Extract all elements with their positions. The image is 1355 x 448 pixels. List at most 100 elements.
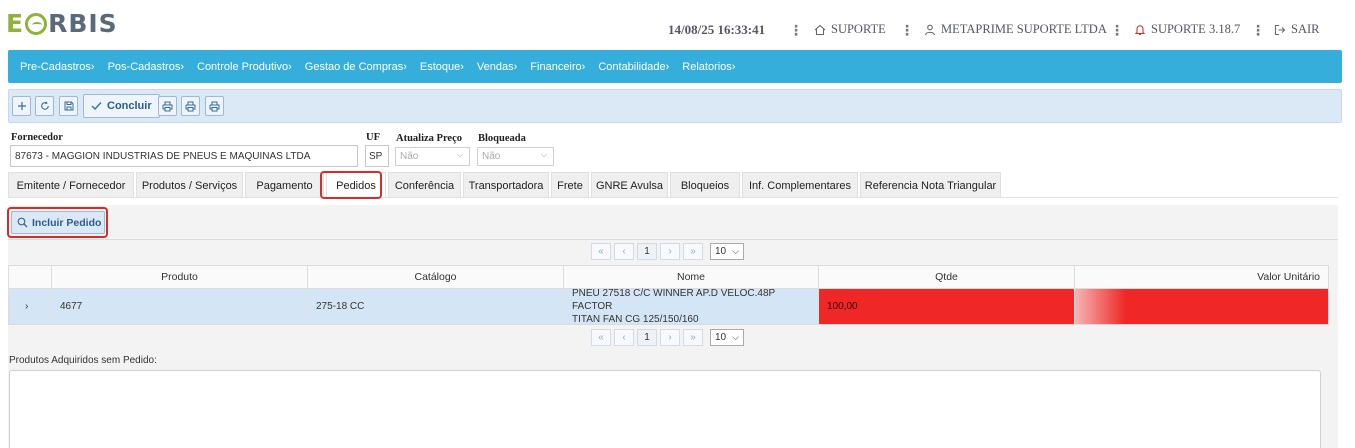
new-button[interactable] (12, 96, 31, 116)
menu-item-contabilidade[interactable]: Contabilidade› (598, 61, 669, 73)
panel-divider (8, 239, 1338, 240)
tab-gnre-avulsa[interactable]: GNRE Avulsa (591, 172, 668, 198)
menu-item-gestao-de-compras[interactable]: Gestao de Compras› (305, 61, 407, 73)
column-header-valor-unitario[interactable]: Valor Unitário (1075, 266, 1328, 288)
user-icon (924, 24, 936, 35)
menu-item-vendas[interactable]: Vendas› (477, 61, 517, 73)
concluir-label: Concluir (107, 100, 152, 112)
action-toolbar: Concluir (8, 89, 1342, 123)
cell-produto: 4677 (52, 289, 308, 324)
nome-line: TITAN FAN CG 125/150/160 (572, 314, 699, 325)
next-page-button[interactable]: › (660, 243, 680, 260)
column-header-nome[interactable]: Nome (564, 266, 819, 288)
print-button[interactable] (158, 96, 177, 116)
tab-divider (8, 197, 1338, 198)
produtos-sem-pedido-label: Produtos Adquiridos sem Pedido: (9, 355, 157, 366)
menu-item-controle-produtivo[interactable]: Controle Produtivo› (197, 61, 292, 73)
page-size-value: 10 (715, 332, 727, 343)
menu-item-pre-cadastros[interactable]: Pre-Cadastros› (20, 61, 95, 73)
bloqueada-label: Bloqueada (478, 133, 526, 144)
version-label: SUPORTE 3.18.7 (1151, 22, 1241, 36)
menu-item-pos-cadastros[interactable]: Pos-Cadastros› (108, 61, 184, 73)
table-row[interactable]: › 4677 275-18 CC PNEU 27518 C/C WINNER A… (8, 288, 1329, 325)
tab-frete[interactable]: Frete (551, 172, 589, 198)
cell-nome: PNEU 27518 C/C WINNER AP.D VELOC.48P FAC… (564, 288, 819, 325)
column-header-produto[interactable]: Produto (52, 266, 308, 288)
print-icon (185, 101, 196, 111)
print-icon (162, 101, 173, 111)
menu-item-estoque[interactable]: Estoque› (420, 61, 464, 73)
pagination-bottom: « ‹ 1 › » 10 ⌵ (591, 329, 744, 346)
tab-bloqueios[interactable]: Bloqueios (670, 172, 740, 198)
tab-referencia-nota-triangular[interactable]: Referencia Nota Triangular (860, 172, 1001, 198)
row-expand-button[interactable]: › (9, 289, 52, 324)
cell-valor-unitario[interactable] (1075, 289, 1328, 324)
save-icon (64, 101, 73, 111)
support-link[interactable]: SUPORTE (814, 22, 886, 37)
save-button[interactable] (59, 96, 78, 116)
highlight-tab-pedidos (320, 171, 382, 199)
bloqueada-value: Não (482, 151, 501, 162)
main-menu: Pre-Cadastros› Pos-Cadastros› Controle P… (8, 50, 1342, 83)
bloqueada-select[interactable]: Não ⌵ (477, 147, 554, 166)
tab-conferencia[interactable]: Conferência (388, 172, 461, 198)
tab-inf-complementares[interactable]: Inf. Complementares (742, 172, 858, 198)
last-page-button[interactable]: » (683, 329, 703, 346)
print-icon (209, 101, 220, 111)
chevron-down-icon: ⌵ (456, 150, 463, 159)
logout-link[interactable]: SAIR (1274, 22, 1319, 37)
nome-line: PNEU 27518 C/C WINNER AP.D VELOC.48P FAC… (572, 288, 776, 312)
kebab-icon[interactable]: ⋮ (1251, 22, 1265, 38)
fornecedor-field[interactable]: 87673 - MAGGION INDUSTRIAS DE PNEUS E MA… (10, 145, 358, 167)
concluir-button[interactable]: Concluir (83, 94, 160, 118)
produtos-sem-pedido-textarea[interactable] (9, 370, 1321, 448)
kebab-icon[interactable]: ⋮ (789, 22, 803, 38)
menu-item-financeiro[interactable]: Financeiro› (530, 61, 585, 73)
refresh-icon (40, 101, 49, 110)
atualiza-preco-select[interactable]: Não ⌵ (395, 147, 470, 166)
logo-text: RBIS (48, 9, 118, 38)
prev-page-button[interactable]: ‹ (614, 329, 634, 346)
page-number[interactable]: 1 (637, 329, 657, 346)
print-button[interactable] (205, 96, 224, 116)
print-button[interactable] (181, 96, 200, 116)
tab-produtos-servicos[interactable]: Produtos / Serviços (136, 172, 243, 198)
page-size-select[interactable]: 10 ⌵ (710, 243, 744, 260)
menu-item-relatorios[interactable]: Relatorios› (682, 61, 735, 73)
chevron-down-icon: ⌵ (732, 332, 739, 342)
plus-icon (17, 102, 26, 110)
logo[interactable]: E RBIS (6, 9, 118, 38)
atualiza-preco-value: Não (400, 151, 419, 162)
kebab-icon[interactable]: ⋮ (1110, 22, 1124, 38)
home-icon (814, 24, 826, 35)
tab-pagamento[interactable]: Pagamento (245, 172, 324, 198)
page-number[interactable]: 1 (637, 243, 657, 260)
logout-label: SAIR (1291, 22, 1320, 36)
bell-icon (1134, 24, 1146, 35)
column-header-catalogo[interactable]: Catálogo (308, 266, 564, 288)
last-page-button[interactable]: » (683, 243, 703, 260)
next-page-button[interactable]: › (660, 329, 680, 346)
prev-page-button[interactable]: ‹ (614, 243, 634, 260)
cell-catalogo: 275-18 CC (308, 289, 564, 324)
uf-field[interactable]: SP (365, 145, 389, 167)
column-header-qtde[interactable]: Qtde (819, 266, 1075, 288)
company-label: METAPRIME SUPORTE LTDA (941, 22, 1107, 36)
cell-qtde[interactable]: 100,00 (819, 289, 1075, 324)
refresh-button[interactable] (35, 96, 54, 116)
first-page-button[interactable]: « (591, 329, 611, 346)
page-size-select[interactable]: 10 ⌵ (710, 329, 744, 346)
first-page-button[interactable]: « (591, 243, 611, 260)
highlight-incluir-pedido (7, 207, 108, 238)
version-notifications[interactable]: SUPORTE 3.18.7 (1134, 22, 1240, 37)
logo-globe-icon (25, 12, 48, 35)
page-size-value: 10 (715, 246, 727, 257)
app-header: E RBIS 14/08/25 16:33:41 ⋮ SUPORTE ⋮ MET… (0, 0, 1355, 50)
tab-transportadora[interactable]: Transportadora (463, 172, 549, 198)
check-icon (91, 102, 102, 110)
datetime-text: 14/08/25 16:33:41 (668, 22, 766, 37)
company-selector[interactable]: METAPRIME SUPORTE LTDA (924, 22, 1107, 37)
datetime-display: 14/08/25 16:33:41 (668, 22, 765, 38)
kebab-icon[interactable]: ⋮ (900, 22, 914, 38)
tab-emitente-fornecedor[interactable]: Emitente / Fornecedor (8, 172, 134, 198)
